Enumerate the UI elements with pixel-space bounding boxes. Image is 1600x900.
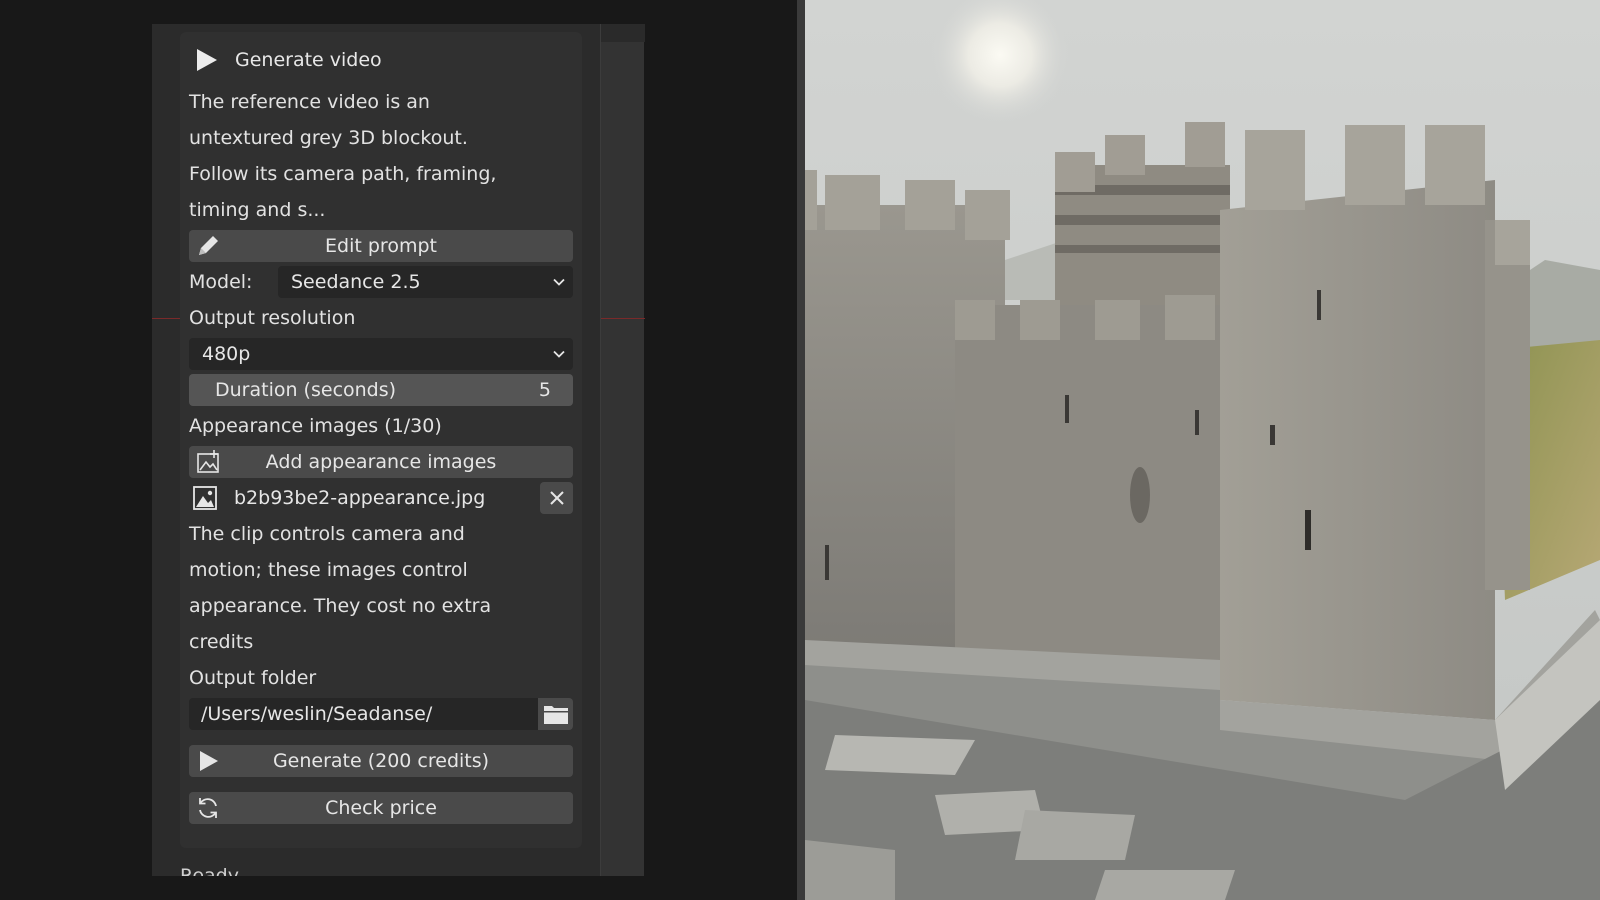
prompt-text-line: untextured grey 3D blockout. [189, 127, 468, 149]
browse-folder-button[interactable] [538, 698, 573, 730]
appearance-file-item[interactable]: b2b93be2-appearance.jpg [189, 482, 573, 514]
model-label: Model: [189, 271, 253, 293]
close-icon [549, 491, 564, 505]
panel-header[interactable]: Generate video [189, 40, 573, 80]
chevron-down-icon [553, 278, 565, 286]
duration-label: Duration (seconds) [215, 379, 397, 401]
output-folder-field[interactable]: /Users/weslin/Seadanse/ [189, 698, 538, 730]
add-appearance-images-button[interactable]: Add appearance images [189, 446, 573, 478]
status-text: Ready [180, 865, 239, 876]
resolution-select[interactable]: 480p [189, 338, 573, 370]
image-file-icon [193, 486, 217, 510]
panel-title: Generate video [235, 49, 382, 71]
play-icon [197, 49, 217, 71]
edit-prompt-button[interactable]: Edit prompt [189, 230, 573, 262]
chevron-down-icon [553, 350, 565, 358]
refresh-icon [199, 798, 217, 818]
model-value: Seedance 2.5 [291, 271, 421, 293]
info-text-line: The clip controls camera and [189, 523, 465, 545]
add-image-icon [197, 450, 219, 473]
play-icon [200, 751, 218, 771]
folder-icon [543, 706, 568, 724]
prompt-text-line: timing and s... [189, 199, 326, 221]
axis-line [601, 318, 645, 319]
pencil-icon [199, 236, 218, 255]
generate-video-panel: Generate video The reference video is an… [180, 32, 582, 848]
generate-label: Generate (200 credits) [272, 750, 490, 772]
model-select[interactable]: Seedance 2.5 [278, 266, 573, 298]
output-resolution-label: Output resolution [189, 307, 356, 329]
info-text-line: credits [189, 631, 254, 653]
add-appearance-label: Add appearance images [265, 451, 497, 473]
edit-prompt-label: Edit prompt [325, 235, 437, 257]
pane-divider[interactable] [797, 0, 805, 900]
check-price-button[interactable]: Check price [189, 792, 573, 824]
prompt-text-line: The reference video is an [189, 91, 430, 113]
appearance-file-name: b2b93be2-appearance.jpg [234, 487, 486, 509]
output-folder-value: /Users/weslin/Seadanse/ [201, 703, 433, 725]
remove-image-button[interactable] [540, 482, 573, 514]
output-folder-label: Output folder [189, 667, 317, 689]
generate-button[interactable]: Generate (200 credits) [189, 745, 573, 777]
info-text-line: appearance. They cost no extra [189, 595, 492, 617]
appearance-images-heading: Appearance images (1/30) [189, 415, 442, 437]
resolution-value: 480p [202, 343, 251, 365]
axis-line [152, 318, 180, 319]
info-text-line: motion; these images control [189, 559, 468, 581]
prompt-text-line: Follow its camera path, framing, [189, 163, 497, 185]
editor-header-strip [601, 24, 645, 42]
castle-render-image [805, 0, 1600, 900]
duration-value: 5 [538, 379, 551, 401]
video-preview [805, 0, 1600, 900]
editor-side-region [600, 24, 645, 876]
duration-slider[interactable]: Duration (seconds) 5 [189, 374, 573, 406]
check-price-label: Check price [325, 797, 437, 819]
